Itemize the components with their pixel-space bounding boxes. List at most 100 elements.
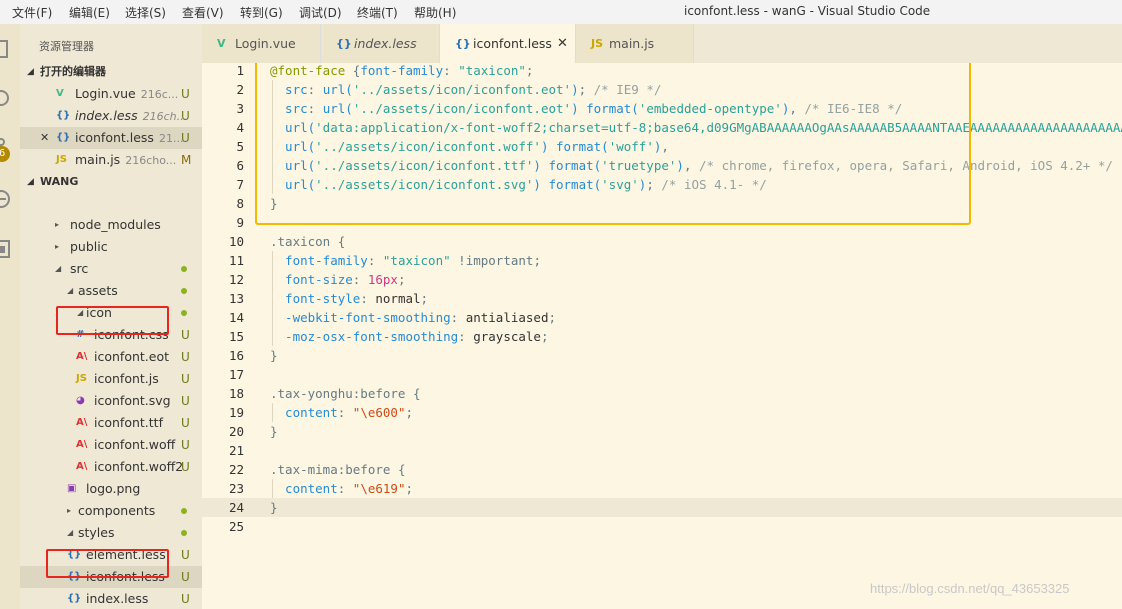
chevron-right-icon[interactable]: ▸ [55, 236, 59, 258]
code-token: { [330, 234, 346, 249]
window-title: iconfont.less - wanG - Visual Studio Cod… [684, 4, 931, 18]
tab-label: Login.vue [235, 36, 296, 51]
line-number: 18 [228, 386, 244, 401]
code-editor[interactable]: 1 @font-face {font-family: "taxicon"; 2 sr… [202, 63, 1122, 609]
line-number: 10 [228, 234, 244, 249]
line-number: 22 [228, 462, 244, 477]
tree-item-iconfont-js[interactable]: JS iconfont.js U [20, 368, 202, 390]
chevron-right-icon[interactable]: ▸ [55, 214, 59, 236]
open-editor-index-less[interactable]: {} index.less 216ch... U [20, 105, 202, 127]
line-number: 23 [228, 481, 244, 496]
tree-item-index-less[interactable]: {} index.less U [20, 588, 202, 609]
code-token: { [405, 386, 421, 401]
line-number: 4 [236, 120, 244, 135]
code-line: -webkit-font-smoothing: antialiased; [270, 308, 556, 327]
tree-item-iconfont-woff[interactable]: A\ iconfont.woff U [20, 434, 202, 456]
code-token: grayscale [473, 329, 541, 344]
code-token: : [450, 310, 466, 325]
tree-item-label: logo.png [86, 481, 141, 496]
code-line: font-family: "taxicon" !important; [270, 251, 541, 270]
extensions-icon[interactable] [0, 238, 12, 260]
modified-dot-icon [181, 288, 187, 294]
menu-item-6[interactable]: 终端(T) [357, 4, 398, 21]
iconfont-woff2-file-icon: A\ [76, 461, 88, 472]
open-editors-header[interactable]: ◢ 打开的编辑器 [20, 61, 202, 83]
file-path-desc: 21... [158, 132, 184, 145]
tree-item-iconfont-ttf[interactable]: A\ iconfont.ttf U [20, 412, 202, 434]
search-icon[interactable] [0, 88, 12, 110]
code-line: .taxicon { [270, 232, 345, 251]
code-token: content [270, 481, 338, 496]
iconfont-ttf-file-icon: A\ [76, 417, 88, 428]
menu-item-4[interactable]: 转到(G) [240, 4, 283, 21]
code-token: : [337, 405, 353, 420]
index-less-file-icon: {} [56, 110, 71, 121]
close-tab-icon[interactable]: ✕ [557, 24, 568, 63]
line-number: 8 [236, 196, 244, 211]
menu-item-7[interactable]: 帮助(H) [414, 4, 456, 21]
code-token: "taxicon" [382, 253, 451, 268]
tab-iconfont-less[interactable]: {} iconfont.less ✕ [440, 24, 576, 63]
files-icon[interactable] [0, 38, 12, 60]
chevron-down-icon: ◢ [27, 67, 34, 77]
tree-item-partial [20, 182, 202, 190]
code-token: -webkit-font-smoothing [270, 310, 451, 325]
git-status-badge: U [181, 416, 190, 430]
line-number: 12 [228, 272, 244, 287]
iconfont-svg-file-icon: ◕ [76, 395, 85, 406]
tab-main-js[interactable]: JS main.js [576, 24, 694, 63]
menu-item-0[interactable]: 文件(F) [12, 4, 52, 21]
code-token: : [337, 481, 353, 496]
open-editor-main-js[interactable]: JS main.js 216cho... M [20, 149, 202, 171]
source-control-badge: 6 [0, 146, 10, 162]
menu-item-5[interactable]: 调试(D) [299, 4, 342, 21]
tree-item-iconfont-woff2[interactable]: A\ iconfont.woff2 U [20, 456, 202, 478]
code-line: content: "\e600"; [270, 403, 413, 422]
git-status-badge: U [181, 372, 190, 386]
code-token: ; [405, 481, 414, 496]
tree-item-assets[interactable]: ◢ assets [20, 280, 202, 302]
code-token: } [270, 424, 278, 439]
debug-icon[interactable] [0, 188, 12, 210]
code-line: } [270, 422, 278, 441]
watermark: https://blog.csdn.net/qq_43653325 [870, 581, 1070, 596]
tree-item-logo-png[interactable]: ▣ logo.png [20, 478, 202, 500]
tree-item-components[interactable]: ▸ components [20, 500, 202, 522]
chevron-right-icon[interactable]: ▸ [67, 500, 71, 522]
tree-item-iconfont-svg[interactable]: ◕ iconfont.svg U [20, 390, 202, 412]
chevron-down-icon[interactable]: ◢ [55, 258, 61, 280]
tree-item-iconfont-eot[interactable]: A\ iconfont.eot U [20, 346, 202, 368]
menu-item-1[interactable]: 编辑(E) [69, 4, 110, 21]
chevron-down-icon[interactable]: ◢ [67, 280, 73, 302]
current-line-highlight [202, 498, 1122, 517]
chevron-down-icon[interactable]: ◢ [67, 522, 73, 544]
tree-item-styles[interactable]: ◢ styles [20, 522, 202, 544]
close-icon[interactable]: ✕ [40, 127, 49, 149]
code-line: -moz-osx-font-smoothing: grayscale; [270, 327, 548, 346]
code-line: content: "\e619"; [270, 479, 413, 498]
tab-index-less[interactable]: {} index.less [321, 24, 440, 63]
open-editor-login-vue[interactable]: V Login.vue 216c... U [20, 83, 202, 105]
tab-login-vue[interactable]: V Login.vue [202, 24, 321, 63]
tree-item-src[interactable]: ◢ src [20, 258, 202, 280]
menu-item-2[interactable]: 选择(S) [125, 4, 166, 21]
file-name: main.js [75, 152, 121, 167]
code-line: font-size: 16px; [270, 270, 406, 289]
tree-item-label: index.less [86, 591, 149, 606]
tree-item-public[interactable]: ▸ public [20, 236, 202, 258]
vscode-window: 文件(F) 编辑(E) 选择(S) 查看(V) 转到(G) 调试(D) 终端(T) 帮助(H)… [0, 0, 1122, 609]
tab-label: main.js [609, 36, 655, 51]
index-less-tab-icon: {} [336, 37, 352, 50]
code-line: font-style: normal; [270, 289, 428, 308]
tree-item-node-modules[interactable]: ▸ node_modules [20, 214, 202, 236]
menu-item-3[interactable]: 查看(V) [182, 4, 224, 21]
code-token: ; [397, 272, 406, 287]
file-path-desc: 216cho... [125, 154, 177, 167]
tab-label: iconfont.less [473, 36, 552, 51]
code-token: ; [405, 405, 414, 420]
line-number: 5 [236, 139, 244, 154]
git-status-badge: U [181, 109, 190, 123]
tree-item-label: styles [78, 525, 115, 540]
code-token: 16px [367, 272, 398, 287]
open-editor-iconfont-less[interactable]: ✕ {} iconfont.less 21... U [20, 127, 202, 149]
